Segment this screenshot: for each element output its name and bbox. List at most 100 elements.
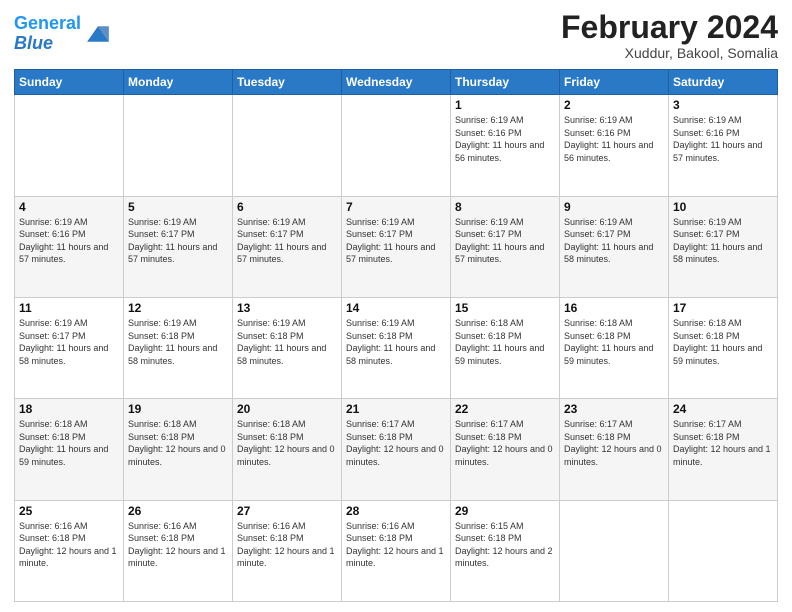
day-info: Sunrise: 6:19 AM Sunset: 6:18 PM Dayligh… [346, 317, 446, 367]
day-info: Sunrise: 6:18 AM Sunset: 6:18 PM Dayligh… [128, 418, 228, 468]
header: GeneralBlue February 2024 Xuddur, Bakool… [14, 10, 778, 61]
weekday-header: Tuesday [233, 70, 342, 95]
day-info: Sunrise: 6:19 AM Sunset: 6:16 PM Dayligh… [673, 114, 773, 164]
calendar-cell [560, 500, 669, 601]
day-number: 19 [128, 402, 228, 416]
day-number: 29 [455, 504, 555, 518]
calendar-cell [124, 95, 233, 196]
weekday-header: Sunday [15, 70, 124, 95]
day-number: 1 [455, 98, 555, 112]
calendar-week-row: 1 Sunrise: 6:19 AM Sunset: 6:16 PM Daylig… [15, 95, 778, 196]
day-number: 17 [673, 301, 773, 315]
day-info: Sunrise: 6:17 AM Sunset: 6:18 PM Dayligh… [564, 418, 664, 468]
calendar-cell: 14Sunrise: 6:19 AM Sunset: 6:18 PM Dayli… [342, 297, 451, 398]
day-number: 22 [455, 402, 555, 416]
calendar-cell: 22 Sunrise: 6:17 AM Sunset: 6:18 PM Dayli… [451, 399, 560, 500]
day-number: 15 [455, 301, 555, 315]
calendar-cell: 2 Sunrise: 6:19 AM Sunset: 6:16 PM Daylig… [560, 95, 669, 196]
calendar-cell: 19 Sunrise: 6:18 AM Sunset: 6:18 PM Dayli… [124, 399, 233, 500]
weekday-header: Friday [560, 70, 669, 95]
calendar-cell: 12Sunrise: 6:19 AM Sunset: 6:18 PM Dayli… [124, 297, 233, 398]
calendar-cell: 27 Sunrise: 6:16 AM Sunset: 6:18 PM Dayli… [233, 500, 342, 601]
logo-icon [84, 20, 112, 48]
calendar-cell: 21 Sunrise: 6:17 AM Sunset: 6:18 PM Dayli… [342, 399, 451, 500]
day-number: 13 [237, 301, 337, 315]
day-info: Sunrise: 6:17 AM Sunset: 6:18 PM Dayligh… [673, 418, 773, 468]
day-number: 9 [564, 200, 664, 214]
day-number: 7 [346, 200, 446, 214]
calendar-cell: 28 Sunrise: 6:16 AM Sunset: 6:18 PM Dayli… [342, 500, 451, 601]
day-number: 4 [19, 200, 119, 214]
calendar-cell: 16Sunrise: 6:18 AM Sunset: 6:18 PM Dayli… [560, 297, 669, 398]
day-info: Sunrise: 6:19 AM Sunset: 6:16 PM Dayligh… [564, 114, 664, 164]
day-info: Sunrise: 6:19 AM Sunset: 6:16 PM Dayligh… [19, 216, 119, 266]
calendar-cell: 26 Sunrise: 6:16 AM Sunset: 6:18 PM Dayli… [124, 500, 233, 601]
weekday-header: Thursday [451, 70, 560, 95]
day-info: Sunrise: 6:19 AM Sunset: 6:17 PM Dayligh… [346, 216, 446, 266]
day-number: 28 [346, 504, 446, 518]
day-info: Sunrise: 6:17 AM Sunset: 6:18 PM Dayligh… [455, 418, 555, 468]
day-number: 2 [564, 98, 664, 112]
day-info: Sunrise: 6:19 AM Sunset: 6:17 PM Dayligh… [128, 216, 228, 266]
day-info: Sunrise: 6:17 AM Sunset: 6:18 PM Dayligh… [346, 418, 446, 468]
logo: GeneralBlue [14, 14, 112, 54]
day-info: Sunrise: 6:19 AM Sunset: 6:17 PM Dayligh… [237, 216, 337, 266]
day-info: Sunrise: 6:16 AM Sunset: 6:18 PM Dayligh… [128, 520, 228, 570]
day-number: 26 [128, 504, 228, 518]
calendar-cell: 8 Sunrise: 6:19 AM Sunset: 6:17 PM Daylig… [451, 196, 560, 297]
day-number: 11 [19, 301, 119, 315]
calendar-cell: 5 Sunrise: 6:19 AM Sunset: 6:17 PM Daylig… [124, 196, 233, 297]
calendar-table: SundayMondayTuesdayWednesdayThursdayFrid… [14, 69, 778, 602]
calendar-cell: 17 Sunrise: 6:18 AM Sunset: 6:18 PM Dayli… [669, 297, 778, 398]
calendar-cell: 10 Sunrise: 6:19 AM Sunset: 6:17 PM Dayli… [669, 196, 778, 297]
day-number: 10 [673, 200, 773, 214]
calendar-cell: 7 Sunrise: 6:19 AM Sunset: 6:17 PM Daylig… [342, 196, 451, 297]
calendar-cell [15, 95, 124, 196]
day-number: 5 [128, 200, 228, 214]
day-info: Sunrise: 6:18 AM Sunset: 6:18 PM Dayligh… [19, 418, 119, 468]
calendar-cell: 20Sunrise: 6:18 AM Sunset: 6:18 PM Dayli… [233, 399, 342, 500]
location-subtitle: Xuddur, Bakool, Somalia [561, 45, 778, 61]
calendar-header-row: SundayMondayTuesdayWednesdayThursdayFrid… [15, 70, 778, 95]
day-number: 8 [455, 200, 555, 214]
day-info: Sunrise: 6:18 AM Sunset: 6:18 PM Dayligh… [237, 418, 337, 468]
calendar-cell: 23 Sunrise: 6:17 AM Sunset: 6:18 PM Dayli… [560, 399, 669, 500]
weekday-header: Saturday [669, 70, 778, 95]
day-number: 16 [564, 301, 664, 315]
calendar-cell: 4 Sunrise: 6:19 AM Sunset: 6:16 PM Daylig… [15, 196, 124, 297]
calendar-body: 1 Sunrise: 6:19 AM Sunset: 6:16 PM Daylig… [15, 95, 778, 602]
calendar-cell: 9 Sunrise: 6:19 AM Sunset: 6:17 PM Daylig… [560, 196, 669, 297]
day-info: Sunrise: 6:19 AM Sunset: 6:18 PM Dayligh… [237, 317, 337, 367]
day-number: 21 [346, 402, 446, 416]
day-info: Sunrise: 6:19 AM Sunset: 6:17 PM Dayligh… [19, 317, 119, 367]
day-number: 23 [564, 402, 664, 416]
calendar-cell: 6 Sunrise: 6:19 AM Sunset: 6:17 PM Daylig… [233, 196, 342, 297]
calendar-cell: 1 Sunrise: 6:19 AM Sunset: 6:16 PM Daylig… [451, 95, 560, 196]
day-info: Sunrise: 6:19 AM Sunset: 6:17 PM Dayligh… [564, 216, 664, 266]
day-number: 27 [237, 504, 337, 518]
logo-text: GeneralBlue [14, 14, 81, 54]
page: GeneralBlue February 2024 Xuddur, Bakool… [0, 0, 792, 612]
calendar-cell [342, 95, 451, 196]
calendar-week-row: 25 Sunrise: 6:16 AM Sunset: 6:18 PM Dayli… [15, 500, 778, 601]
day-number: 24 [673, 402, 773, 416]
calendar-week-row: 4 Sunrise: 6:19 AM Sunset: 6:16 PM Daylig… [15, 196, 778, 297]
day-info: Sunrise: 6:19 AM Sunset: 6:16 PM Dayligh… [455, 114, 555, 164]
calendar-cell: 15 Sunrise: 6:18 AM Sunset: 6:18 PM Dayli… [451, 297, 560, 398]
weekday-header: Wednesday [342, 70, 451, 95]
day-info: Sunrise: 6:16 AM Sunset: 6:18 PM Dayligh… [346, 520, 446, 570]
day-number: 18 [19, 402, 119, 416]
day-info: Sunrise: 6:19 AM Sunset: 6:17 PM Dayligh… [455, 216, 555, 266]
day-number: 25 [19, 504, 119, 518]
day-info: Sunrise: 6:18 AM Sunset: 6:18 PM Dayligh… [673, 317, 773, 367]
calendar-cell: 24 Sunrise: 6:17 AM Sunset: 6:18 PM Dayli… [669, 399, 778, 500]
calendar-week-row: 18 Sunrise: 6:18 AM Sunset: 6:18 PM Dayli… [15, 399, 778, 500]
calendar-cell: 3Sunrise: 6:19 AM Sunset: 6:16 PM Daylig… [669, 95, 778, 196]
day-info: Sunrise: 6:19 AM Sunset: 6:18 PM Dayligh… [128, 317, 228, 367]
day-info: Sunrise: 6:16 AM Sunset: 6:18 PM Dayligh… [237, 520, 337, 570]
day-info: Sunrise: 6:19 AM Sunset: 6:17 PM Dayligh… [673, 216, 773, 266]
calendar-cell: 29Sunrise: 6:15 AM Sunset: 6:18 PM Dayli… [451, 500, 560, 601]
day-number: 6 [237, 200, 337, 214]
day-info: Sunrise: 6:18 AM Sunset: 6:18 PM Dayligh… [455, 317, 555, 367]
calendar-cell: 11 Sunrise: 6:19 AM Sunset: 6:17 PM Dayli… [15, 297, 124, 398]
